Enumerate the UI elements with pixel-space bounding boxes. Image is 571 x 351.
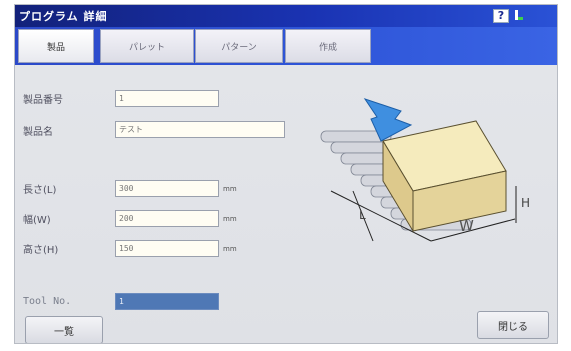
title-bar: プログラム 詳細 ? — [15, 5, 557, 27]
height-label: 高さ(H) — [23, 245, 59, 256]
product-no-field[interactable]: 1 — [115, 90, 219, 107]
tab-pallet[interactable]: パレット — [100, 29, 194, 63]
l-dimension-label: L — [359, 208, 366, 222]
window-title: プログラム 詳細 — [19, 10, 108, 23]
width-label: 幅(W) — [23, 215, 51, 226]
w-dimension-label: W — [459, 217, 474, 235]
width-unit: mm — [223, 215, 237, 223]
tab-pattern[interactable]: パターン — [195, 29, 283, 63]
key-status-icon — [513, 8, 525, 22]
list-button[interactable]: 一覧 — [25, 316, 103, 343]
help-icon[interactable]: ? — [493, 9, 509, 23]
length-label: 長さ(L) — [23, 185, 57, 196]
tool-no-label: Tool No. — [23, 296, 72, 307]
product-name-label: 製品名 — [23, 127, 53, 138]
product-diagram: L W H — [320, 98, 530, 242]
product-no-label: 製品番号 — [23, 95, 63, 106]
height-unit: mm — [223, 245, 237, 253]
close-button[interactable]: 閉じる — [477, 311, 549, 339]
length-unit: mm — [223, 185, 237, 193]
height-field[interactable]: 150 — [115, 240, 219, 257]
tool-no-field[interactable]: 1 — [115, 293, 219, 310]
width-field[interactable]: 200 — [115, 210, 219, 227]
tab-bar: 製品 パレット パターン 作成 — [15, 27, 557, 65]
length-field[interactable]: 300 — [115, 180, 219, 197]
h-dimension-label: H — [521, 196, 530, 210]
product-name-field[interactable]: テスト — [115, 121, 285, 138]
screen: プログラム 詳細 ? 製品 パレット パターン 作成 製品番号 1 製品名 テス… — [14, 4, 558, 344]
tab-create[interactable]: 作成 — [285, 29, 371, 63]
tab-product[interactable]: 製品 — [18, 29, 94, 63]
